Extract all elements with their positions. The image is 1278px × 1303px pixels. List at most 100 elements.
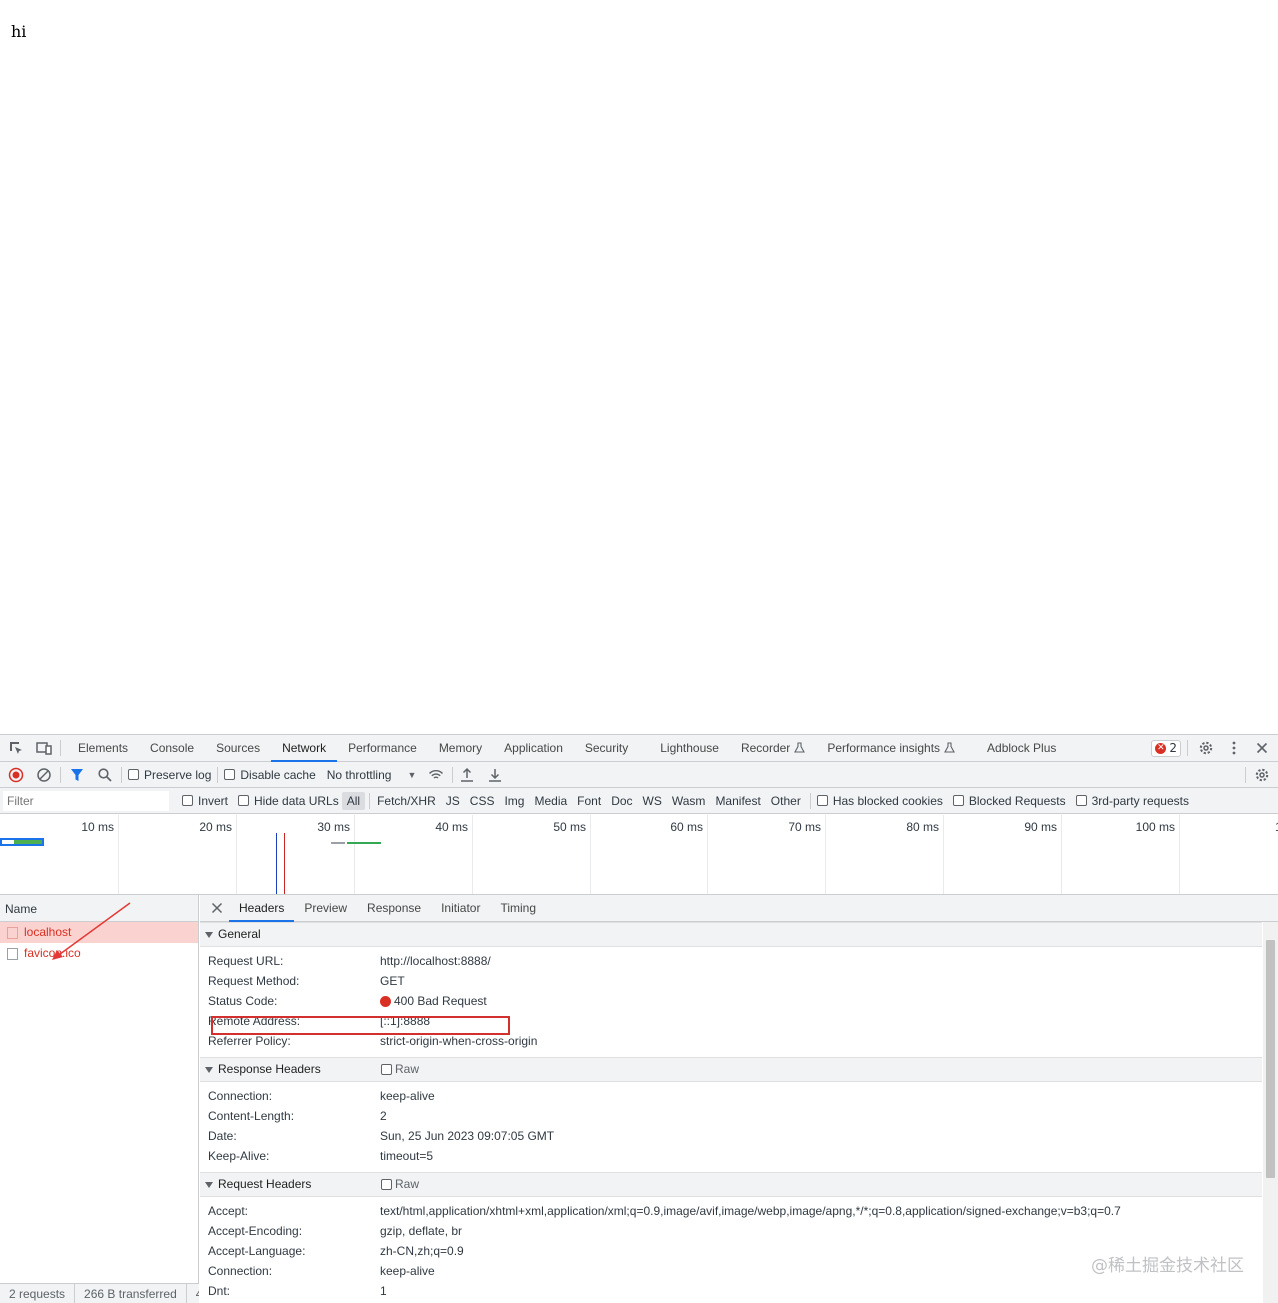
toolbar-divider (60, 740, 61, 756)
request-headers-body: Accept: text/html,application/xhtml+xml,a… (200, 1197, 1262, 1303)
blocked-requests-checkbox[interactable]: Blocked Requests (952, 793, 1066, 808)
tab-label: Elements (78, 740, 129, 755)
close-devtools-icon[interactable] (1254, 740, 1270, 756)
timeline-grid-line (472, 815, 473, 894)
disable-cache-checkbox[interactable]: Disable cache (224, 767, 316, 782)
header-value-text: 1 (380, 1284, 387, 1298)
tab-application[interactable]: Application (493, 735, 574, 762)
watermark: @稀土掘金技术社区 (1091, 1256, 1244, 1276)
timeline-grid-line (354, 815, 355, 894)
tab-label: Console (150, 740, 195, 755)
filter-funnel-icon[interactable] (69, 767, 85, 783)
scrollbar-thumb[interactable] (1266, 940, 1275, 1178)
details-tab-timing[interactable]: Timing (490, 895, 546, 922)
device-toolbar-icon[interactable] (36, 740, 52, 756)
third-party-checkbox[interactable]: 3rd-party requests (1075, 794, 1189, 808)
has-blocked-cookies-checkbox[interactable]: Has blocked cookies (816, 794, 943, 808)
tab-lighthouse[interactable]: Lighthouse (649, 735, 730, 762)
details-tab-headers[interactable]: Headers (229, 895, 295, 922)
header-value-text: Sun, 25 Jun 2023 09:07:05 GMT (380, 1129, 555, 1143)
timeline-tick-label: 30 ms (317, 820, 350, 834)
section-title: Request Headers (218, 1177, 312, 1191)
tab-adblock-plus[interactable]: Adblock Plus (976, 735, 1067, 762)
tab-network[interactable]: Network (271, 735, 338, 762)
tab-label: Lighthouse (660, 740, 719, 755)
headers-content: General Request URL: http://localhost:888… (200, 922, 1278, 1303)
header-value-text: GET (380, 974, 405, 988)
tab-elements[interactable]: Elements (67, 735, 139, 762)
details-tab-preview[interactable]: Preview (294, 895, 357, 922)
tab-console[interactable]: Console (139, 735, 205, 762)
header-value: http://localhost:8888/ (380, 951, 491, 971)
details-scrollbar[interactable] (1263, 922, 1278, 1303)
filter-type-wasm[interactable]: Wasm (667, 792, 711, 810)
timeline-tick-label: 70 ms (788, 820, 821, 834)
tab-performance-insights[interactable]: Performance insights (816, 735, 966, 762)
tab-security[interactable]: Security (574, 735, 639, 762)
toolbar-divider (1187, 740, 1188, 756)
tab-memory[interactable]: Memory (428, 735, 493, 762)
record-stop-icon[interactable] (8, 767, 24, 783)
settings-gear-icon[interactable] (1198, 740, 1214, 756)
filter-type-fetch-xhr[interactable]: Fetch/XHR (372, 792, 441, 810)
error-count-badge[interactable]: ✕ 2 (1151, 739, 1181, 757)
search-icon[interactable] (97, 767, 113, 783)
header-row-connection: Connection: keep-alive (200, 1086, 1262, 1106)
response-headers-body: Connection: keep-alive Content-Length: 2 Dat… (200, 1082, 1262, 1172)
filter-type-media[interactable]: Media (529, 792, 572, 810)
filter-input[interactable] (3, 790, 169, 811)
network-settings-gear-icon[interactable] (1254, 767, 1270, 783)
network-conditions-wifi-icon[interactable] (428, 767, 444, 783)
response-headers-section-header[interactable]: Response Headers Raw (200, 1057, 1262, 1082)
devtools-tabs: Elements Console Sources Network Performance… (67, 735, 1067, 762)
filter-type-font[interactable]: Font (572, 792, 606, 810)
hide-data-urls-checkbox[interactable]: Hide data URLs (238, 794, 339, 808)
tab-performance[interactable]: Performance (337, 735, 428, 762)
request-raw-checkbox[interactable]: Raw (381, 1172, 419, 1197)
checkbox-icon (182, 795, 193, 806)
header-row-referrer-policy: Referrer Policy: strict-origin-when-cross… (200, 1031, 1262, 1051)
filter-type-css[interactable]: CSS (465, 792, 500, 810)
header-value: text/html,application/xhtml+xml,applicat… (380, 1201, 1121, 1221)
checkbox-icon (381, 1179, 392, 1190)
header-value: gzip, deflate, br (380, 1221, 462, 1241)
more-options-kebab-icon[interactable] (1226, 740, 1242, 756)
filter-type-other[interactable]: Other (766, 792, 806, 810)
filter-type-doc[interactable]: Doc (606, 792, 637, 810)
page-viewport: hi (0, 0, 1278, 734)
filter-type-all[interactable]: All (341, 791, 366, 810)
response-raw-checkbox[interactable]: Raw (381, 1057, 419, 1082)
filter-type-js[interactable]: JS (441, 792, 465, 810)
inspect-element-icon[interactable] (8, 740, 24, 756)
header-name: Date: (208, 1129, 237, 1143)
toolbar-divider (217, 766, 219, 783)
invert-checkbox[interactable]: Invert (182, 794, 228, 808)
import-har-upload-icon[interactable] (459, 767, 475, 783)
throttling-select[interactable]: No throttling ▼ (327, 768, 417, 782)
request-headers-section-header[interactable]: Request Headers Raw (200, 1172, 1262, 1197)
filter-type-manifest[interactable]: Manifest (710, 792, 765, 810)
details-tab-initiator[interactable]: Initiator (431, 895, 490, 922)
checkbox-icon (224, 769, 236, 780)
status-error-dot-icon (380, 995, 391, 1007)
general-section-header[interactable]: General (200, 922, 1262, 947)
network-overview-timeline[interactable]: 10 ms 20 ms 30 ms 40 ms 50 ms 60 ms 70 ms 80 ms… (0, 815, 1278, 895)
header-value-text: gzip, deflate, br (380, 1224, 463, 1238)
preserve-log-checkbox[interactable]: Preserve log (128, 768, 211, 782)
timeline-tick-label: 40 ms (435, 820, 468, 834)
timeline-tick-label: 100 ms (1135, 820, 1175, 834)
filter-type-img[interactable]: Img (499, 792, 529, 810)
details-tab-response[interactable]: Response (357, 895, 431, 922)
export-har-download-icon[interactable] (487, 767, 503, 783)
tab-sources[interactable]: Sources (205, 735, 271, 762)
blocked-requests-label: Blocked Requests (968, 793, 1066, 808)
close-details-icon[interactable] (209, 900, 225, 916)
tab-recorder[interactable]: Recorder (730, 735, 816, 762)
clear-icon[interactable] (36, 767, 52, 783)
header-name: Accept-Language: (208, 1244, 306, 1258)
toolbar-divider (452, 766, 454, 783)
filter-type-ws[interactable]: WS (638, 792, 667, 810)
disable-cache-label: Disable cache (240, 767, 316, 782)
request-bar-favicon (347, 842, 381, 844)
timeline-tick-label: 20 ms (199, 820, 232, 834)
